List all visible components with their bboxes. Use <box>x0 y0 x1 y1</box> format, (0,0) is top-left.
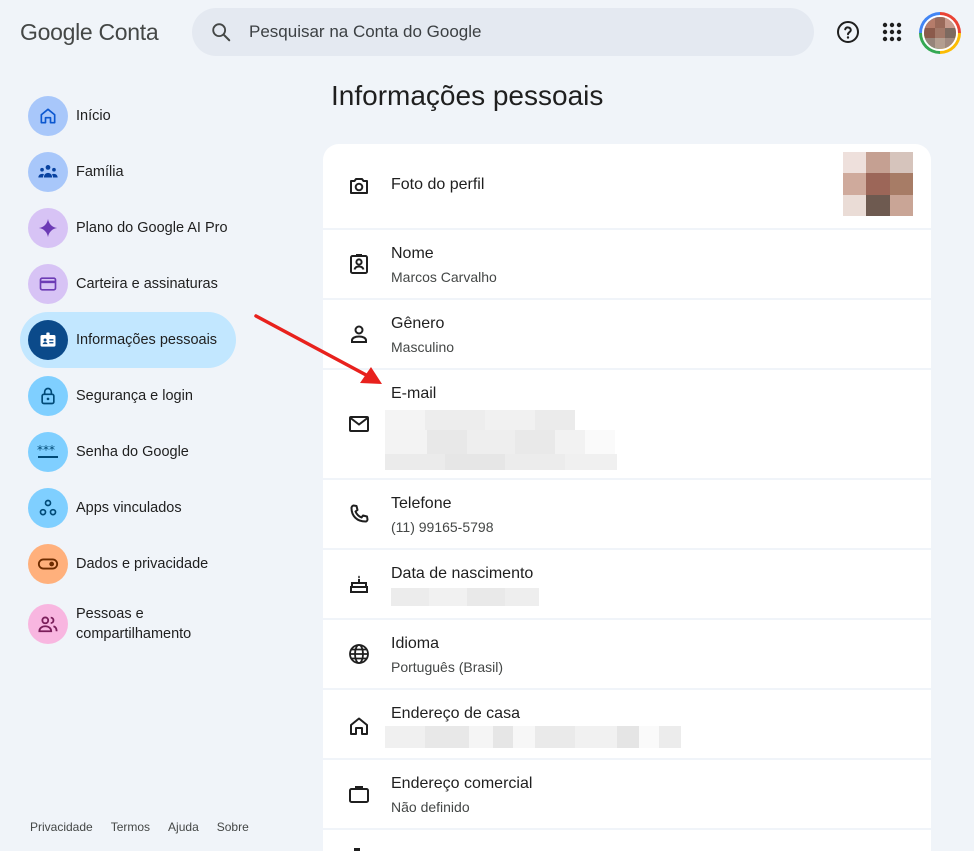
logo-product: Conta <box>98 19 159 45</box>
work-address-row[interactable]: Endereço comercial Não definido <box>323 760 931 828</box>
row-value: Marcos Carvalho <box>391 269 497 285</box>
row-title: Idioma <box>391 635 440 652</box>
page-title: Informações pessoais <box>331 80 604 111</box>
cake-icon <box>350 575 368 593</box>
email-row[interactable]: E-mail <box>323 370 931 478</box>
phone-icon <box>350 504 369 523</box>
toggle-icon <box>28 544 68 584</box>
help-icon[interactable] <box>836 20 860 44</box>
profile-photo-row[interactable]: Foto do perfil <box>323 144 931 228</box>
sidebar-nav: Início Família Plano do Google AI Pro Ca… <box>20 88 236 656</box>
svg-text:***: *** <box>37 443 55 457</box>
sidebar-item-carteira[interactable]: Carteira e assinaturas <box>20 256 236 312</box>
sparkle-icon <box>28 208 68 248</box>
sidebar-item-label: Família <box>76 164 124 180</box>
row-title: Endereço de casa <box>391 705 520 722</box>
account-avatar[interactable] <box>919 12 961 54</box>
sidebar-item-label: Segurança e login <box>76 388 193 404</box>
sidebar-item-label: Apps vinculados <box>76 500 182 516</box>
birthday-redacted <box>391 588 539 606</box>
row-title: E-mail <box>391 385 437 402</box>
globe-icon <box>349 644 369 664</box>
sidebar-item-label: Dados e privacidade <box>76 556 209 572</box>
row-value: Não definido <box>391 799 470 815</box>
footer-links: Privacidade Termos Ajuda Sobre <box>30 820 267 834</box>
search-input[interactable]: Pesquisar na Conta do Google <box>249 22 482 42</box>
sidebar-item-familia[interactable]: Família <box>20 144 236 200</box>
mail-icon <box>349 416 369 432</box>
sidebar-item-informacoes-pessoais[interactable]: Informações pessoais <box>20 312 236 368</box>
email-redacted-line-2 <box>385 430 615 454</box>
gender-row[interactable]: Gênero Masculino <box>323 300 931 368</box>
id-card-icon <box>28 320 68 360</box>
badge-icon <box>350 254 368 274</box>
people-icon <box>28 604 68 644</box>
sidebar-item-dados-privacidade[interactable]: Dados e privacidade <box>20 536 236 592</box>
home-icon <box>28 96 68 136</box>
house-icon <box>350 717 368 735</box>
search-bar[interactable]: Pesquisar na Conta do Google <box>192 8 814 56</box>
row-title: Foto do perfil <box>391 176 485 193</box>
sidebar-item-ai-pro[interactable]: Plano do Google AI Pro <box>20 200 236 256</box>
sidebar-item-senha[interactable]: *** Senha do Google <box>20 424 236 480</box>
sidebar-item-label: Plano do Google AI Pro <box>76 220 228 236</box>
footer-terms-link[interactable]: Termos <box>111 820 150 834</box>
annotation-arrow <box>254 314 382 384</box>
email-redacted-line-3 <box>385 454 617 470</box>
password-icon: *** <box>28 432 68 472</box>
next-row-partial[interactable] <box>323 830 931 851</box>
sidebar-item-label: Informações pessoais <box>76 332 218 348</box>
row-title: Endereço comercial <box>391 775 533 792</box>
home-address-redacted <box>385 726 701 748</box>
sidebar-item-label: Início <box>76 108 111 124</box>
email-redacted-line-1 <box>385 410 575 430</box>
home-address-row[interactable]: Endereço de casa <box>323 690 931 758</box>
avatar-image <box>922 15 958 51</box>
footer-help-link[interactable]: Ajuda <box>168 820 199 834</box>
sidebar-item-label: Carteira e assinaturas <box>76 276 218 292</box>
wallet-icon <box>28 264 68 304</box>
lock-icon <box>28 376 68 416</box>
linked-apps-icon <box>28 488 68 528</box>
google-account-logo[interactable]: Google Conta <box>20 19 159 46</box>
sidebar-item-label: Pessoas e compartilhamento <box>76 606 192 642</box>
camera-icon <box>350 178 368 194</box>
sidebar-item-apps-vinculados[interactable]: Apps vinculados <box>20 480 236 536</box>
profile-photo[interactable] <box>843 152 913 216</box>
logo-brand: Google <box>20 19 93 45</box>
briefcase-icon <box>349 786 369 803</box>
apps-grid-icon[interactable] <box>880 20 904 44</box>
row-title: Gênero <box>391 315 445 332</box>
family-icon <box>28 152 68 192</box>
sidebar-item-inicio[interactable]: Início <box>20 88 236 144</box>
phone-row[interactable]: Telefone (11) 99165-5798 <box>323 480 931 548</box>
sidebar-item-pessoas[interactable]: Pessoas e compartilhamento <box>20 592 236 656</box>
row-title: Telefone <box>391 495 452 512</box>
row-value: Masculino <box>391 339 455 355</box>
sidebar-item-seguranca[interactable]: Segurança e login <box>20 368 236 424</box>
row-value: (11) 99165-5798 <box>391 519 494 535</box>
row-title: Nome <box>391 245 434 262</box>
footer-about-link[interactable]: Sobre <box>217 820 249 834</box>
row-value: Português (Brasil) <box>391 659 504 675</box>
search-icon[interactable] <box>210 21 232 43</box>
birthday-row[interactable]: Data de nascimento <box>323 550 931 618</box>
language-row[interactable]: Idioma Português (Brasil) <box>323 620 931 688</box>
footer-privacy-link[interactable]: Privacidade <box>30 820 93 834</box>
personal-info-card: Foto do perfil Nome Marcos Carvalho Gêne… <box>323 144 931 851</box>
sidebar-item-label: Senha do Google <box>76 444 189 460</box>
name-row[interactable]: Nome Marcos Carvalho <box>323 230 931 298</box>
row-title: Data de nascimento <box>391 565 534 582</box>
